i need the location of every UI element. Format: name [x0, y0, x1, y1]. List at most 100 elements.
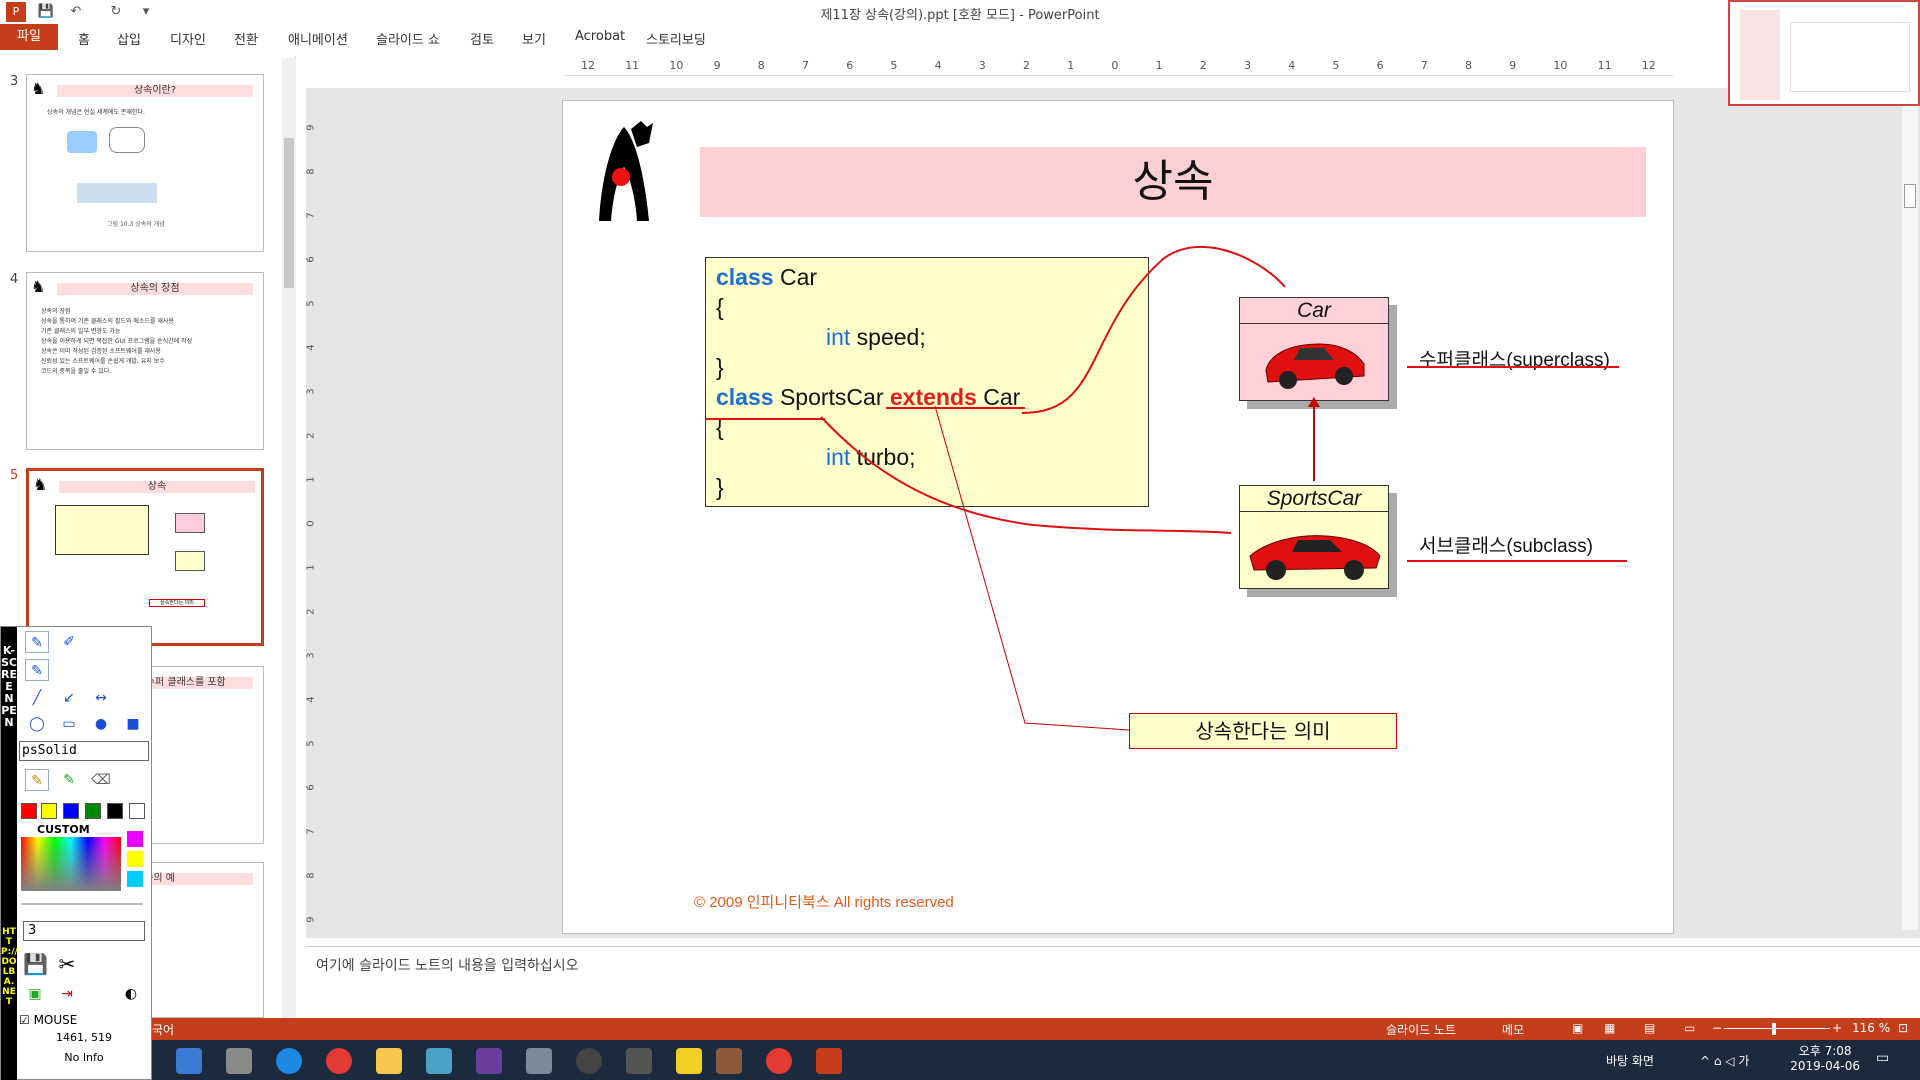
tab-acrobat[interactable]: Acrobat — [575, 29, 625, 44]
taskview-icon[interactable] — [176, 1048, 202, 1074]
notes-button[interactable]: 슬라이드 노트 — [1386, 1021, 1456, 1038]
save-capture-icon[interactable]: ✂ — [55, 953, 79, 975]
edge-icon[interactable] — [276, 1048, 302, 1074]
save-icon[interactable]: 💾 — [23, 953, 48, 975]
ruler-tick: 3 — [305, 388, 317, 395]
ruler-tick: 11 — [1597, 59, 1612, 72]
tab-review[interactable]: 검토 — [470, 29, 494, 48]
marker-icon[interactable]: ✎ — [25, 769, 49, 791]
ruler-tick: 3 — [1244, 59, 1251, 72]
normal-view-icon[interactable]: ▣ — [1572, 1021, 1583, 1035]
obs-icon[interactable] — [576, 1048, 602, 1074]
current-slide[interactable]: 상속 class Car { int speed; } class Sports… — [562, 100, 1674, 934]
clock[interactable]: 오후 7:08 2019-04-06 — [1790, 1044, 1860, 1074]
memo-button[interactable]: 메모 — [1502, 1021, 1524, 1038]
zoom-level[interactable]: 116 % — [1852, 1021, 1890, 1035]
slide-thumbnail-4[interactable]: ♞ 상속의 장점 상속의 장점 상속을 통하여 기존 클래스의 필드와 메소드를… — [26, 272, 264, 450]
tray-icons[interactable]: ^ ⌂ ◁ 가 — [1700, 1052, 1749, 1069]
duke-icon: ♞ — [33, 475, 48, 494]
slide-sorter-icon[interactable]: ▦ — [1604, 1021, 1615, 1035]
fill-rect-icon[interactable]: ■ — [121, 713, 145, 735]
tab-animations[interactable]: 애니메이션 — [288, 29, 348, 48]
zoom-slider[interactable] — [1724, 1028, 1830, 1029]
sticky-notes-icon[interactable] — [676, 1048, 702, 1074]
pen-width-input[interactable]: 3 — [23, 921, 145, 941]
custom-color-3[interactable] — [127, 871, 143, 887]
slide-thumbnail-3[interactable]: ♞ 상속이란? 상속의 개념은 현실 세계에도 존재한다. 그림 10.3 상속… — [26, 74, 264, 252]
ruler-tick: 6 — [305, 256, 317, 263]
mode-toggle-icon[interactable]: ◐ — [119, 983, 143, 1005]
fill-ellipse-icon[interactable]: ● — [89, 713, 113, 735]
tab-storyboarding[interactable]: 스토리보딩 — [646, 29, 706, 48]
ruler-tick: 5 — [890, 59, 898, 72]
search-app-icon[interactable] — [526, 1048, 552, 1074]
file-explorer-icon[interactable] — [376, 1048, 402, 1074]
tab-insert[interactable]: 삽입 — [117, 29, 141, 48]
color-green[interactable] — [85, 803, 101, 819]
custom-color-2[interactable] — [127, 851, 143, 867]
freehand-icon[interactable]: ✎ — [25, 659, 49, 681]
slide-scrollbar[interactable] — [1902, 100, 1918, 930]
zoom-in-icon[interactable]: + — [1832, 1021, 1842, 1035]
color-picker[interactable] — [21, 837, 121, 891]
game-icon[interactable] — [716, 1048, 742, 1074]
eraser-icon[interactable]: ⌫ — [89, 769, 113, 791]
ruler-tick: 7 — [305, 828, 317, 835]
line-icon[interactable]: ╱ — [25, 687, 49, 709]
windows-taskbar: 바탕 화면 ^ ⌂ ◁ 가 오후 7:08 2019-04-06 ▭ — [0, 1040, 1920, 1080]
tab-home[interactable]: 홈 — [78, 29, 90, 48]
double-arrow-icon[interactable]: ↔ — [89, 687, 113, 709]
image-icon[interactable]: ▣ — [23, 983, 47, 1005]
visual-studio-icon[interactable] — [476, 1048, 502, 1074]
car-bubble-icon — [109, 127, 145, 153]
highlighter-icon[interactable]: ✎ — [57, 769, 81, 791]
window-title: 제11장 상속(강의).ppt [호환 모드] - PowerPoint — [820, 8, 1100, 23]
tab-transitions[interactable]: 전환 — [234, 29, 258, 48]
zoom-slider-handle[interactable] — [1772, 1023, 1776, 1035]
rect-icon[interactable]: ▭ — [57, 713, 81, 735]
notes-pane[interactable]: 여기에 슬라이드 노트의 내용을 입력하십시오 — [306, 946, 1920, 1018]
width-slider[interactable] — [21, 903, 143, 905]
notification-icon[interactable]: ▭ — [1876, 1050, 1889, 1066]
color-yellow[interactable] — [41, 803, 57, 819]
app-icon[interactable] — [226, 1048, 252, 1074]
pen-tool-icon[interactable]: ✎ — [25, 631, 49, 653]
thumbnail-scroll-thumb[interactable] — [284, 138, 294, 288]
ruler-tick: 4 — [1288, 59, 1296, 72]
tab-slideshow[interactable]: 슬라이드 쇼 — [376, 29, 440, 48]
color-blue[interactable] — [63, 803, 79, 819]
ruler-tick: 1 — [305, 476, 317, 483]
zoom-out-icon[interactable]: − — [1712, 1021, 1722, 1035]
mouse-checkbox[interactable]: ☑ MOUSE — [19, 1013, 77, 1027]
slide-scroll-thumb[interactable] — [1904, 184, 1916, 208]
slideshow-icon[interactable]: ▭ — [1684, 1021, 1695, 1035]
powerpoint-taskbar-icon[interactable] — [816, 1048, 842, 1074]
calculator-icon[interactable] — [626, 1048, 652, 1074]
tab-design[interactable]: 디자인 — [170, 29, 206, 48]
language-status[interactable]: 국어 — [152, 1021, 174, 1038]
tab-file[interactable]: 파일 — [0, 24, 58, 50]
exit-icon[interactable]: ⇥ — [55, 983, 79, 1005]
color-white[interactable] — [129, 803, 145, 819]
desktop-toolbar[interactable]: 바탕 화면 — [1606, 1052, 1654, 1069]
color-black[interactable] — [107, 803, 123, 819]
ellipse-icon[interactable]: ◯ — [25, 713, 49, 735]
ruler-tick: 5 — [305, 740, 317, 747]
fit-slide-icon[interactable]: ⊡ — [1898, 1021, 1908, 1035]
pen-options-icon[interactable]: ✐ — [57, 631, 81, 653]
chrome-icon-2[interactable] — [766, 1048, 792, 1074]
slide-thumbnail-5[interactable]: ♞ 상속 상속한다는 의미 — [26, 468, 264, 646]
chrome-icon[interactable] — [326, 1048, 352, 1074]
ruler-tick: 6 — [305, 784, 317, 791]
color-red[interactable] — [21, 803, 37, 819]
line-style-select[interactable]: psSolid — [19, 741, 149, 761]
minimap-thumbs — [1740, 10, 1780, 100]
thumbnail-scrollbar[interactable] — [282, 58, 296, 1018]
custom-color-1[interactable] — [127, 831, 143, 847]
notepad-icon[interactable] — [426, 1048, 452, 1074]
arrow-icon[interactable]: ↙ — [57, 687, 81, 709]
tab-view[interactable]: 보기 — [522, 29, 546, 48]
reading-view-icon[interactable]: ▤ — [1644, 1021, 1655, 1035]
ruler-tick: 11 — [625, 59, 640, 72]
ruler-tick: 0 — [1111, 59, 1119, 72]
